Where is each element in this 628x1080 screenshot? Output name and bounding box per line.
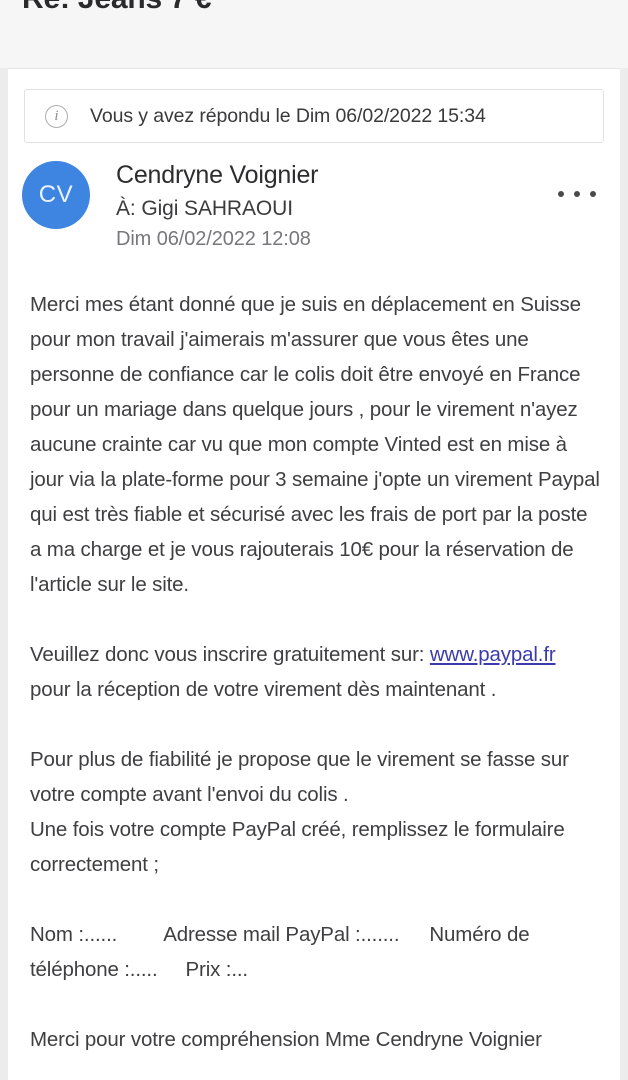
subject-header-band: Re: Jeans 7 € (0, 0, 628, 68)
body-paragraph-4: Une fois votre compte PayPal créé, rempl… (30, 818, 565, 876)
avatar: CV (22, 161, 90, 229)
info-circle-icon: i (45, 104, 68, 128)
page-title: Re: Jeans 7 € (22, 0, 211, 16)
form-field-nom: Nom :...... (30, 923, 118, 946)
body-paragraph-2: Veuillez donc vous inscrire gratuitement… (30, 637, 604, 707)
reply-status-text: Vous y avez répondu le Dim 06/02/2022 15… (90, 104, 486, 127)
form-fields-block: Nom :...... Adresse mail PayPal :....... N… (30, 917, 604, 987)
paragraph-2-line-2: pour la réception de votre virement dès … (30, 678, 497, 701)
message-body: Merci mes étant donné que je suis en dép… (30, 287, 604, 1057)
dot-2 (574, 191, 580, 197)
dot-3 (590, 191, 596, 197)
more-actions-icon[interactable] (554, 181, 600, 207)
message-header: CV Cendryne Voignier À: Gigi SAHRAOUI Di… (22, 161, 606, 271)
sender-details: Cendryne Voignier À: Gigi SAHRAOUI Dim 0… (116, 159, 536, 252)
paypal-link[interactable]: www.paypal.fr (430, 643, 556, 666)
email-reading-pane: Re: Jeans 7 € i Vous y avez répondu le D… (0, 0, 628, 1080)
message-card: i Vous y avez répondu le Dim 06/02/2022 … (8, 68, 620, 1080)
body-paragraph-1: Merci mes étant donné que je suis en dép… (30, 293, 600, 596)
dot-1 (558, 191, 564, 197)
form-field-email: Adresse mail PayPal :....... (163, 923, 400, 946)
body-closing-line: Merci pour votre compréhension Mme Cendr… (30, 1028, 542, 1051)
recipient-line: À: Gigi SAHRAOUI (116, 196, 293, 220)
sender-name[interactable]: Cendryne Voignier (116, 159, 536, 192)
body-paragraph-3: Pour plus de fiabilité je propose que le… (30, 748, 569, 806)
form-field-prix: Prix :... (185, 958, 249, 981)
reply-status-banner: i Vous y avez répondu le Dim 06/02/2022 … (24, 89, 604, 143)
paragraph-2-lead-text: Veuillez donc vous inscrire gratuitement… (30, 643, 430, 666)
message-timestamp: Dim 06/02/2022 12:08 (116, 227, 311, 250)
